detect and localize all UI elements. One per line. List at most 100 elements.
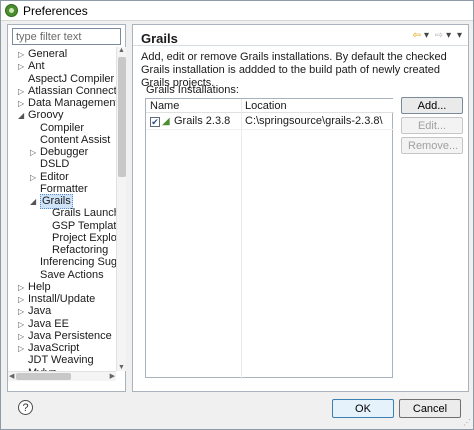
expand-icon[interactable]: ▷ — [18, 87, 26, 96]
expand-icon[interactable]: ▷ — [18, 283, 26, 292]
hscroll-thumb[interactable] — [16, 373, 71, 380]
scroll-down-icon[interactable]: ▼ — [118, 364, 125, 371]
back-dropdown-icon[interactable]: ▾ — [424, 30, 429, 41]
page-navigation: ⇦ ▾ ⇨ ▾ ▾ — [410, 30, 462, 41]
tree-item[interactable]: Grails Launch — [8, 207, 116, 220]
tree-item[interactable]: ▷ Help — [8, 281, 116, 294]
tree-vertical-scrollbar[interactable]: ▲ ▼ — [116, 47, 126, 371]
tree-item-label: Help — [28, 280, 51, 293]
forward-dropdown-icon[interactable]: ▾ — [446, 30, 451, 41]
grails-icon: ◢ — [162, 116, 170, 127]
installation-name: Grails 2.3.8 — [174, 115, 231, 127]
tree-item-label: Debugger — [40, 146, 89, 158]
tree-item[interactable]: Refactoring — [8, 244, 116, 257]
tree-item-label: JavaScript — [28, 342, 80, 354]
tree-item-label: General — [28, 48, 68, 60]
tree-item[interactable]: GSP Templates — [8, 220, 116, 233]
back-arrow-icon[interactable]: ⇦ — [413, 30, 421, 41]
tree-item-label: Data Management — [28, 97, 116, 109]
tree-item-label: Compiler — [40, 121, 85, 134]
scroll-left-icon[interactable]: ◀ — [9, 372, 14, 380]
expand-icon[interactable]: ▷ — [18, 51, 26, 59]
tree-item-label: Editor — [40, 170, 69, 183]
installations-label: Grails Installations: — [146, 84, 239, 96]
tree-item-label: Ant — [28, 60, 45, 73]
tree-item[interactable]: JDT Weaving — [8, 354, 116, 367]
tree-item[interactable]: ▷ General — [8, 48, 116, 61]
tree-item-label: Grails Launch — [52, 207, 116, 220]
view-menu-icon[interactable]: ▾ — [457, 30, 462, 41]
column-header-location[interactable]: Location — [241, 99, 394, 113]
remove-button[interactable]: Remove... — [401, 137, 463, 154]
tree-item-label: Inferencing Suggest — [40, 256, 116, 269]
title-separator — [133, 45, 468, 46]
tree-item-label: Groovy — [28, 109, 64, 122]
column-header-name[interactable]: Name — [146, 99, 241, 113]
expand-icon[interactable]: ▷ — [18, 308, 26, 316]
preference-tree-panel: ▷General▷AntAspectJ Compiler▷Atlassian C… — [7, 24, 126, 392]
preferences-window: Preferences ▷General▷AntAspectJ Compiler… — [0, 0, 474, 430]
groovy-app-icon — [5, 4, 18, 17]
scroll-up-icon[interactable]: ▲ — [118, 47, 125, 54]
expand-icon[interactable]: ▷ — [18, 332, 26, 341]
tree-item[interactable]: Compiler — [8, 122, 116, 135]
expand-icon[interactable]: ▷ — [18, 100, 26, 108]
tree-item-label: Refactoring — [52, 244, 109, 256]
tree-item[interactable]: Content Assist — [8, 134, 116, 147]
tree-item[interactable]: Inferencing Suggest — [8, 256, 116, 269]
preference-tree: ▷ General ▷ Ant AspectJ Compiler ▷ Atlassian C… — [8, 47, 116, 371]
tree-item[interactable]: DSLD — [8, 158, 116, 171]
tree-item-label: Content Assist — [40, 133, 111, 146]
scroll-right-icon[interactable]: ▶ — [110, 372, 115, 380]
tree-item[interactable]: ▷ Data Management — [8, 97, 116, 110]
expand-icon[interactable]: ▷ — [30, 173, 38, 182]
tree-item-label: Install/Update — [28, 293, 96, 305]
tree-item-label: GSP Templates — [52, 219, 116, 232]
tree-item[interactable]: Save Actions — [8, 269, 116, 282]
grails-page-panel: Grails ⇦ ▾ ⇨ ▾ ▾ Add, edit or remove Grail… — [132, 24, 469, 392]
collapse-icon[interactable]: ◢ — [30, 198, 38, 206]
tree-item[interactable]: Project Explorer — [8, 232, 116, 245]
tree-item[interactable]: ▷ Java — [8, 305, 116, 318]
tree-item-label: Java EE — [28, 317, 69, 330]
expand-icon[interactable]: ▷ — [18, 63, 26, 71]
title-bar: Preferences — [1, 1, 473, 21]
tree-item-label: JDT Weaving — [28, 354, 94, 367]
tree-item[interactable]: ▷ Java EE — [8, 318, 116, 331]
edit-button[interactable]: Edit... — [401, 117, 463, 134]
filter-input[interactable] — [12, 28, 121, 45]
tree-item[interactable]: ◢ Groovy — [8, 109, 116, 122]
tree-item[interactable]: ▷Atlassian Connector — [8, 85, 116, 98]
tree-item[interactable]: ▷ Editor — [8, 171, 116, 184]
add-button[interactable]: Add... — [401, 97, 463, 114]
tree-item[interactable]: ▷ Install/Update — [8, 293, 116, 306]
help-icon[interactable]: ? — [18, 400, 33, 415]
tree-item-label: Java — [28, 305, 52, 318]
page-title: Grails — [141, 31, 178, 46]
expand-icon[interactable]: ▷ — [18, 345, 26, 353]
tree-item[interactable]: AspectJ Compiler — [8, 73, 116, 86]
tree-item[interactable]: ▷ Java Persistence — [8, 330, 116, 343]
installation-location: C:\springsource\grails-2.3.8\ — [245, 115, 383, 127]
tree-item[interactable]: ▷ JavaScript — [8, 342, 116, 355]
tree-item[interactable]: ▷ Debugger — [8, 146, 116, 159]
installation-checkbox[interactable]: ✔ — [150, 117, 160, 127]
tree-item[interactable]: ▷ Ant — [8, 60, 116, 73]
window-title: Preferences — [23, 4, 88, 18]
collapse-icon[interactable]: ◢ — [18, 112, 26, 120]
expand-icon[interactable]: ▷ — [18, 320, 26, 329]
tree-item-label: Project Explorer — [52, 231, 116, 244]
expand-icon[interactable]: ▷ — [30, 149, 38, 157]
scroll-thumb[interactable] — [118, 57, 126, 177]
tree-horizontal-scrollbar[interactable]: ◀ ▶ — [8, 371, 116, 381]
tree-item[interactable]: ◢ Grails — [8, 194, 116, 209]
tree-item-label: AspectJ Compiler — [28, 72, 115, 85]
expand-icon[interactable]: ▷ — [18, 296, 26, 304]
row-separator — [146, 129, 394, 130]
resize-grip-icon[interactable]: ⋰ — [463, 418, 471, 427]
cancel-button[interactable]: Cancel — [399, 399, 461, 418]
installations-table: Name Location ✔ ◢ Grails 2.3.8 C:\spring… — [145, 98, 394, 379]
ok-button[interactable]: OK — [332, 399, 394, 418]
forward-arrow-icon[interactable]: ⇨ — [435, 30, 443, 41]
tree-item-label: Atlassian Connector — [28, 84, 116, 97]
